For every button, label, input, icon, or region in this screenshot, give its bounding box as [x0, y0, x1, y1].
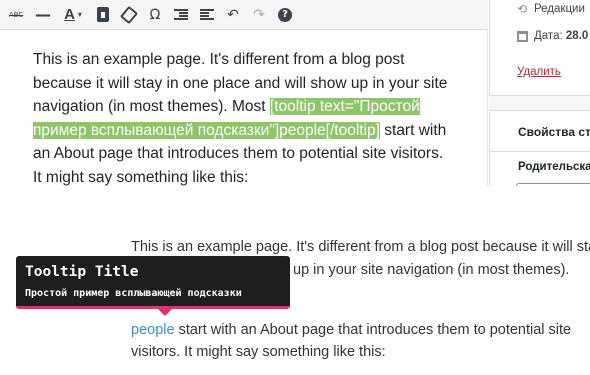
tooltip-popup: Tooltip Title Простой пример всплывающей… [16, 256, 290, 316]
text-color-icon: A [64, 6, 75, 23]
help-button[interactable]: ? [272, 2, 298, 28]
revisions-row[interactable]: ⟲ Редакции [516, 2, 585, 16]
divider [490, 151, 590, 152]
publish-sidebar: ⟲ Редакции Дата: 28.0 Удалить Свойства с… [489, 0, 590, 186]
chevron-down-icon: ▾ [77, 10, 82, 19]
date-row: Дата: 28.0 [516, 30, 588, 42]
page-attributes-box: Свойства ст Родительска [489, 110, 590, 186]
page-attributes-heading[interactable]: Свойства ст [518, 125, 590, 139]
history-icon: ⟲ [516, 2, 528, 16]
special-character-icon[interactable]: Ω [142, 2, 168, 28]
delete-link[interactable]: Удалить [517, 66, 561, 78]
calendar-icon [516, 30, 528, 42]
text-color-button[interactable]: A ▾ [56, 2, 90, 28]
preview-line: people start with an About page that int… [131, 320, 571, 340]
parent-label: Родительска [518, 161, 590, 173]
publish-box: ⟲ Редакции Дата: 28.0 Удалить [489, 0, 590, 96]
preview-line: This is an example page. It's different … [131, 239, 590, 255]
editor-toolbar: ABC — A ▾ Ω ↶ ↷ ? [0, 0, 488, 30]
horizontal-line-icon[interactable]: — [30, 2, 56, 28]
outdent-icon[interactable] [168, 2, 194, 28]
preview-line: visitors. It might say something like th… [131, 344, 386, 360]
editor-content[interactable]: This is an example page. It's different … [33, 48, 453, 190]
date-label: Дата: [534, 30, 563, 42]
strikethrough-icon[interactable]: ABC [2, 2, 30, 28]
tooltip-text: Простой пример всплывающей подсказки [25, 288, 242, 299]
redo-icon[interactable]: ↷ [246, 2, 272, 28]
indent-icon[interactable] [194, 2, 220, 28]
paste-as-text-icon[interactable] [90, 2, 116, 28]
preview-line: up in your site navigation (in most them… [293, 262, 570, 278]
undo-icon[interactable]: ↶ [220, 2, 246, 28]
tooltip-arrow [158, 309, 172, 316]
date-value: 28.0 [565, 30, 589, 42]
tooltip-title: Tooltip Title [25, 264, 139, 280]
tooltip-trigger-link[interactable]: people [131, 322, 175, 338]
clear-formatting-icon[interactable] [116, 2, 142, 28]
revisions-label: Редакции [534, 3, 585, 15]
editor-panel: ABC — A ▾ Ω ↶ ↷ ? This is an example pag… [0, 0, 488, 186]
preview-line-rest: start with an About page that introduces… [174, 322, 572, 338]
page-preview: This is an example page. It's different … [0, 186, 590, 375]
help-icon: ? [278, 7, 292, 22]
